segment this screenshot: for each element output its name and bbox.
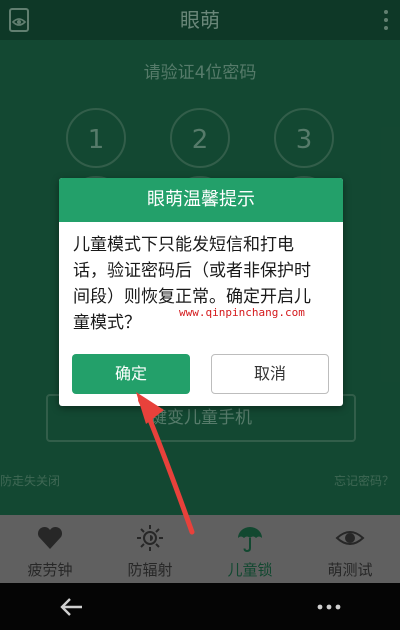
- back-arrow-icon[interactable]: [58, 593, 86, 621]
- dialog-title: 眼萌温馨提示: [59, 178, 343, 222]
- watermark-url: www.qinpinchang.com: [179, 306, 305, 319]
- more-horizontal-icon[interactable]: [315, 593, 343, 621]
- dialog-message-line: 话，验证密码后（或者非保护时: [73, 261, 311, 281]
- dialog-message-line: 儿童模式下只能发短信和打电: [73, 235, 294, 255]
- app-screen: 眼萌 请验证4位密码 1 2 3 4 5 6 键变儿童手机 防走失关闭 忘记密码…: [0, 0, 400, 630]
- cancel-button[interactable]: 取消: [211, 354, 329, 394]
- confirm-button[interactable]: 确定: [72, 354, 190, 394]
- system-nav-bar: [0, 583, 400, 630]
- confirm-dialog: 眼萌温馨提示 儿童模式下只能发短信和打电 话，验证密码后（或者非保护时 间段）则…: [59, 178, 343, 406]
- dialog-message: 儿童模式下只能发短信和打电 话，验证密码后（或者非保护时 间段）则恢复正常。确定…: [73, 232, 331, 336]
